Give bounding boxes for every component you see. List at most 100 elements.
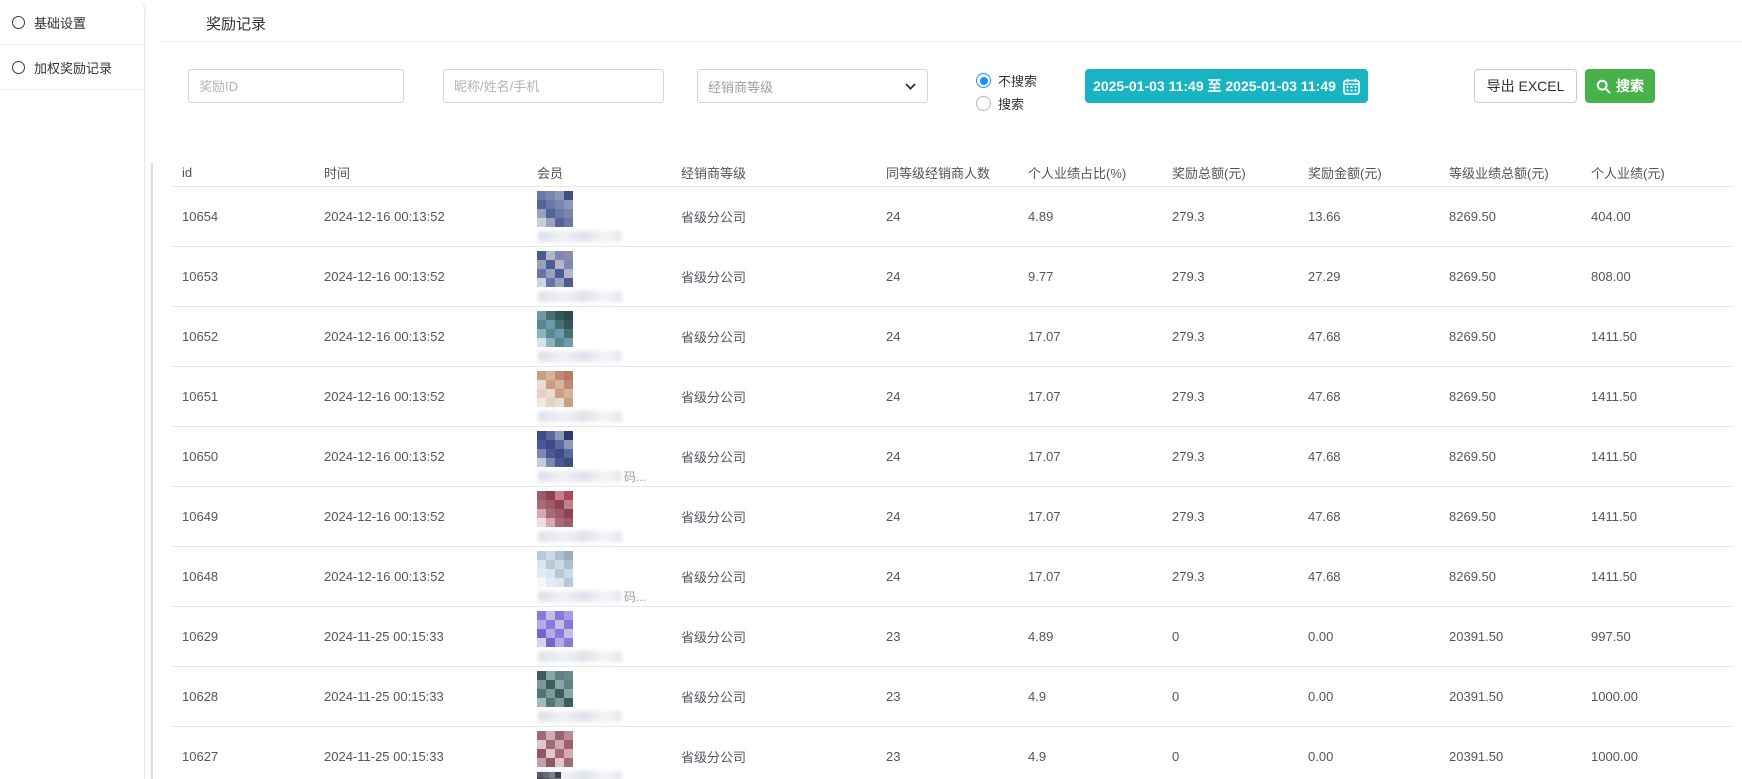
member-avatar [537,551,573,587]
cell-dealer-level: 省级分公司 [671,367,876,427]
reward-id-input[interactable] [188,69,404,103]
cell-id: 10648 [172,547,314,607]
cell-dealer-level: 省级分公司 [671,667,876,727]
cell-id: 10628 [172,667,314,727]
member-name-blurred [538,649,624,663]
col-header-personal-amount: 个人业绩(元) [1581,158,1733,187]
member-name-visible-suffix: 码... [624,588,646,605]
search-mode-radio-group: 不搜索 搜索 [976,69,1037,115]
cell-dealer-level: 省级分公司 [671,607,876,667]
cell-personal-ratio: 4.9 [1018,667,1162,727]
cell-personal-ratio: 4.9 [1018,727,1162,779]
nickname-name-phone-input[interactable] [443,69,664,103]
cell-peer-count: 23 [876,667,1018,727]
cell-personal-ratio: 4.89 [1018,607,1162,667]
cell-reward-total: 279.3 [1162,547,1298,607]
cell-personal-amount: 1000.00 [1581,667,1733,727]
search-icon [1596,79,1611,94]
dealer-level-select[interactable]: 经销商等级 [697,69,928,103]
cell-personal-ratio: 9.77 [1018,247,1162,307]
member-cell [537,667,671,726]
cell-id: 10654 [172,187,314,247]
cell-level-total: 8269.50 [1439,487,1581,547]
sidebar-item-basic-settings[interactable]: 基础设置 [0,0,144,45]
table-row: 10649 2024-12-16 00:13:52 省级分公司 24 17.07… [172,487,1733,547]
cell-level-total: 20391.50 [1439,667,1581,727]
member-name-blurred [538,229,624,243]
cell-reward-total: 279.3 [1162,247,1298,307]
blur-strip [538,471,622,482]
cell-personal-ratio: 17.07 [1018,487,1162,547]
cell-personal-ratio: 4.89 [1018,187,1162,247]
member-avatar [537,671,573,707]
blur-strip [538,711,622,722]
cell-id: 10652 [172,307,314,367]
cell-reward-amount: 0.00 [1298,607,1439,667]
cell-dealer-level: 省级分公司 [671,487,876,547]
search-button[interactable]: 搜索 [1585,69,1655,103]
cell-time: 2024-12-16 00:13:52 [314,547,527,607]
cell-peer-count: 24 [876,247,1018,307]
cell-peer-count: 24 [876,487,1018,547]
member-cell [537,187,671,246]
member-avatar [537,431,573,467]
member-avatar [537,251,573,287]
sidebar-item-weighted-reward-records[interactable]: 加权奖励记录 [0,45,144,90]
cell-personal-amount: 1411.50 [1581,547,1733,607]
cell-level-total: 8269.50 [1439,247,1581,307]
table-row: 10648 2024-12-16 00:13:52 码... 省级分公司 24 … [172,547,1733,607]
table-row: 10627 2024-11-25 00:15:33 省级分公司 23 4.9 0… [172,727,1733,779]
chevron-down-icon [904,80,917,93]
col-header-time: 时间 [314,158,527,187]
cell-peer-count: 23 [876,727,1018,779]
cell-member [527,307,671,367]
cell-personal-ratio: 17.07 [1018,367,1162,427]
cell-dealer-level: 省级分公司 [671,547,876,607]
col-header-reward-total: 奖励总额(元) [1162,158,1298,187]
export-excel-button[interactable]: 导出 EXCEL [1474,69,1577,103]
cell-time: 2024-12-16 00:13:52 [314,247,527,307]
col-header-personal-ratio: 个人业绩占比(%) [1018,158,1162,187]
scrollbar[interactable] [151,163,153,779]
cell-member [527,487,671,547]
member-cell: 码... [537,547,671,606]
member-cell [537,307,671,366]
cell-level-total: 20391.50 [1439,727,1581,779]
circle-icon [12,61,25,74]
cell-member [527,187,671,247]
cell-reward-amount: 0.00 [1298,667,1439,727]
cell-reward-total: 0 [1162,607,1298,667]
cell-member [527,247,671,307]
sidebar: 基础设置 加权奖励记录 [0,0,145,779]
member-name-blurred [538,289,624,303]
cell-dealer-level: 省级分公司 [671,427,876,487]
member-cell [537,607,671,666]
page-title: 奖励记录 [206,13,266,34]
cell-level-total: 8269.50 [1439,547,1581,607]
blur-strip [538,531,622,542]
radio-unselected-icon [976,96,991,111]
radio-no-search[interactable]: 不搜索 [976,69,1037,92]
radio-search[interactable]: 搜索 [976,92,1037,115]
cell-dealer-level: 省级分公司 [671,727,876,779]
blur-strip [538,351,622,362]
cell-level-total: 8269.50 [1439,367,1581,427]
cell-time: 2024-12-16 00:13:52 [314,307,527,367]
cell-reward-total: 279.3 [1162,487,1298,547]
member-avatar [537,191,573,227]
radio-selected-icon [976,73,991,88]
cell-id: 10650 [172,427,314,487]
date-range-button[interactable]: 2025-01-03 11:49 至 2025-01-03 11:49 [1085,69,1368,103]
table-row: 10652 2024-12-16 00:13:52 省级分公司 24 17.07… [172,307,1733,367]
cell-dealer-level: 省级分公司 [671,187,876,247]
col-header-dealer-level: 经销商等级 [671,158,876,187]
cell-personal-ratio: 17.07 [1018,427,1162,487]
cell-id: 10651 [172,367,314,427]
cell-time: 2024-12-16 00:13:52 [314,187,527,247]
cell-member [527,367,671,427]
records-table-wrap: id 时间 会员 经销商等级 同等级经销商人数 个人业绩占比(%) 奖励总额(元… [172,158,1742,779]
cell-time: 2024-11-25 00:15:33 [314,727,527,779]
member-avatar [537,311,573,347]
cell-id: 10627 [172,727,314,779]
cell-level-total: 20391.50 [1439,607,1581,667]
